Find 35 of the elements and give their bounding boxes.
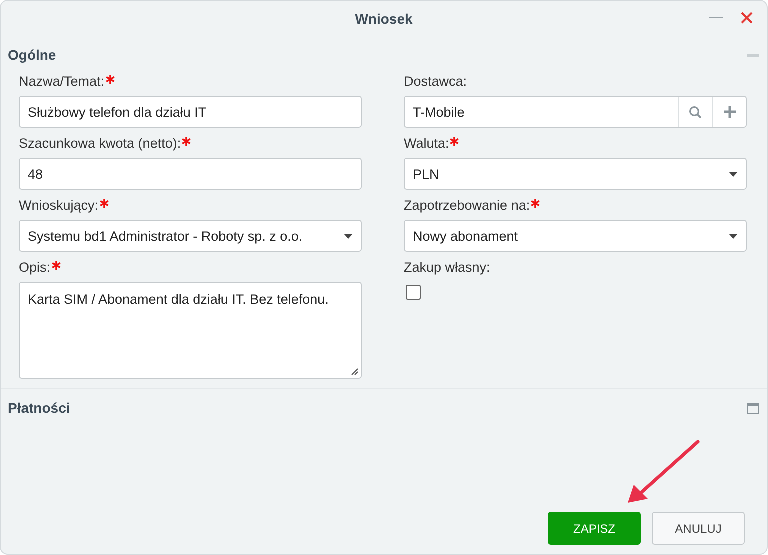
search-icon: [689, 106, 702, 118]
plus-icon: [724, 106, 736, 118]
text-field[interactable]: 48: [19, 158, 362, 190]
field-value: Systemu bd1 Administrator - Roboty sp. z o.o.: [28, 228, 303, 244]
description-field[interactable]: Karta SIM / Abonament dla działu IT. Bez telefonu.: [19, 282, 362, 379]
lookup-field[interactable]: T-Mobile: [404, 96, 747, 128]
minimize-icon[interactable]: [709, 17, 723, 19]
field-label: Nazwa/Temat:: [19, 74, 105, 89]
section-title: Ogólne: [8, 47, 56, 63]
text-field[interactable]: Służbowy telefon dla działu IT: [19, 96, 362, 128]
field-label: Zakup własny:: [404, 260, 490, 275]
field-value: T-Mobile: [413, 104, 466, 120]
caret-icon: [729, 172, 738, 176]
field-label: Wnioskujący:: [19, 198, 99, 213]
field-label: Szacunkowa kwota (netto):: [19, 136, 182, 151]
field-value: Karta SIM / Abonament dla działu IT. Bez telefonu.: [28, 292, 329, 307]
close-icon[interactable]: [741, 12, 753, 24]
section-title: Płatności: [8, 400, 70, 416]
field-label: Waluta:: [404, 136, 450, 151]
dropdown-field[interactable]: PLN: [404, 158, 747, 190]
field-value: Nowy abonament: [413, 228, 518, 244]
dropdown-field[interactable]: Nowy abonament: [404, 220, 747, 252]
expand-icon[interactable]: [747, 402, 759, 414]
field-label: Dostawca:: [404, 74, 468, 89]
field-label: Opis:: [19, 260, 51, 275]
resize-grip-icon: [351, 368, 358, 375]
caret-icon: [344, 234, 353, 238]
caret-icon: [729, 234, 738, 238]
save-button[interactable]: ZAPISZ: [548, 512, 641, 545]
window-title: Wniosek: [355, 10, 413, 26]
field-label: Zapotrzebowanie na:: [404, 198, 530, 213]
checkbox[interactable]: [406, 285, 421, 300]
field-value: PLN: [413, 166, 440, 182]
cancel-button[interactable]: ANULUJ: [652, 512, 745, 545]
dropdown-field[interactable]: Systemu bd1 Administrator - Roboty sp. z o.o.: [19, 220, 362, 252]
